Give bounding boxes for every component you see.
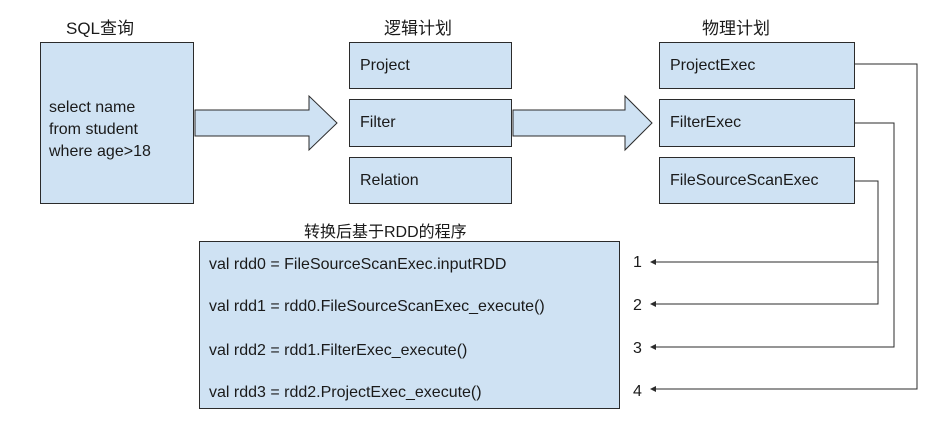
logical-to-physical-arrow	[512, 94, 653, 152]
arrowhead-4	[650, 386, 656, 392]
arrowhead-3	[650, 344, 656, 350]
arrowhead-2	[650, 301, 656, 307]
connector-filter-to-3	[655, 122, 895, 348]
arrowhead-1	[650, 259, 656, 265]
connector-scan-to-1	[655, 180, 879, 263]
diagram-connectors	[194, 63, 918, 392]
connector-scan-to-2	[655, 262, 879, 305]
sql-to-logical-arrow	[194, 94, 338, 152]
